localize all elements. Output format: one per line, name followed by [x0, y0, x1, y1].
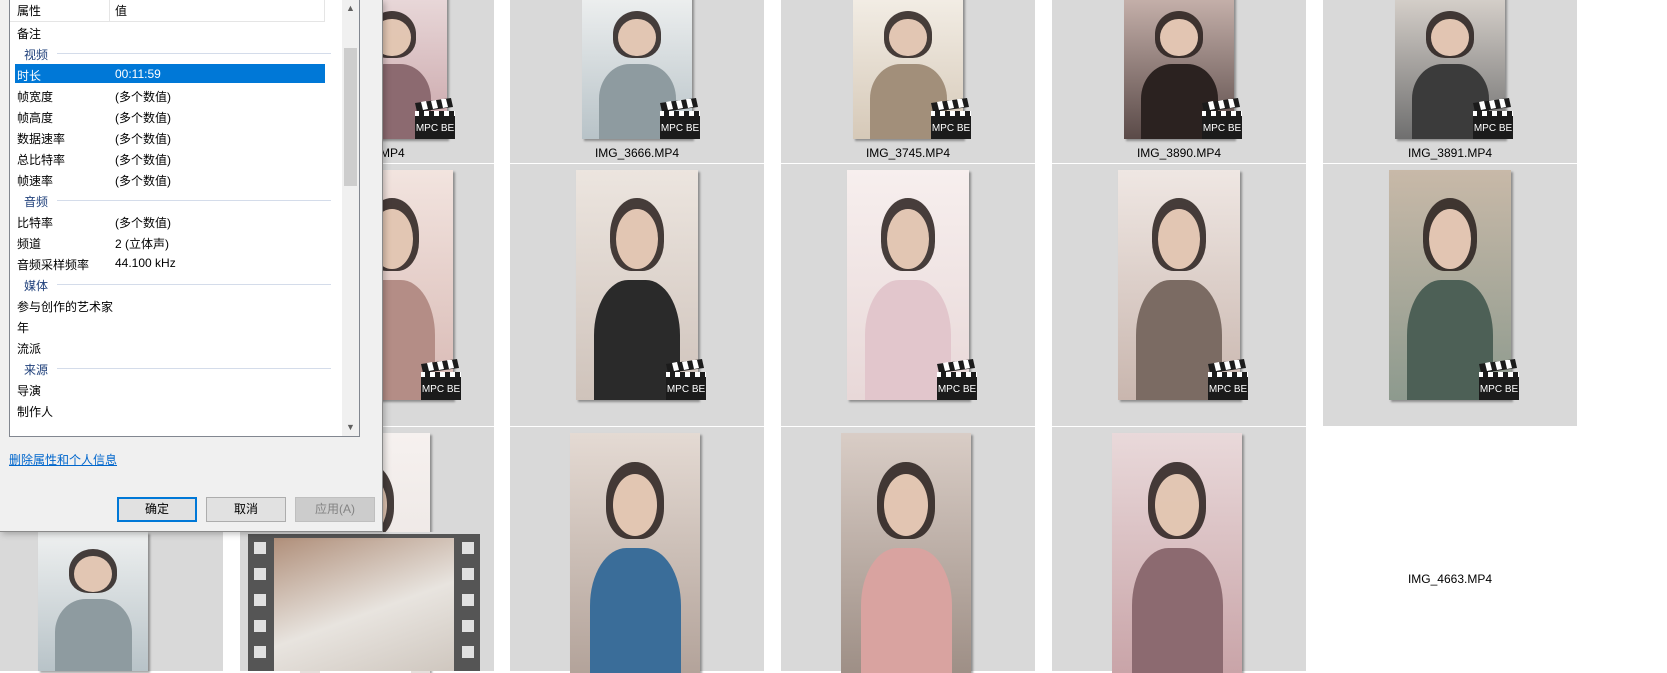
svg-text:MPC BE: MPC BE [661, 123, 700, 134]
property-name: 频道 [17, 237, 42, 251]
file-name-label[interactable]: IMG_3890.MP4 [1052, 146, 1306, 160]
property-list-scrollbar[interactable]: ▲ ▼ [342, 0, 359, 436]
property-value[interactable]: 44.100 kHz [115, 256, 176, 270]
property-group-header: 音频 [15, 190, 331, 209]
property-value[interactable]: (多个数值) [115, 172, 171, 189]
group-title: 媒体 [24, 279, 49, 293]
property-name: 总比特率 [17, 153, 66, 167]
property-name: 备注 [17, 27, 42, 41]
property-value[interactable]: 2 (立体声) [115, 235, 169, 252]
property-value[interactable]: (多个数值) [115, 151, 171, 168]
property-row[interactable]: 比特率 (多个数值) [15, 211, 325, 230]
property-name: 帧宽度 [17, 90, 54, 104]
svg-text:MPC BE: MPC BE [422, 384, 461, 395]
property-row[interactable]: 流派 [15, 337, 325, 356]
property-name: 参与创作的艺术家 [17, 300, 114, 314]
property-row[interactable]: 帧高度 (多个数值) [15, 106, 325, 125]
property-name: 时长 [17, 69, 42, 83]
video-thumbnail [1112, 433, 1242, 673]
property-name: 帧高度 [17, 111, 54, 125]
property-list[interactable]: 属性 值 备注 视频 时长 00:11:59 帧宽度 (多个数值) 帧高度 (多个数值) 数据速… [9, 0, 360, 437]
file-name-label[interactable]: MP4 [380, 146, 405, 160]
svg-text:MPC BE: MPC BE [667, 384, 706, 395]
property-row[interactable]: 年 [15, 316, 325, 335]
ok-button[interactable]: 确定 [117, 497, 197, 522]
svg-text:MPC BE: MPC BE [416, 123, 455, 134]
property-row[interactable]: 制作人 [15, 400, 325, 419]
property-name: 音频采样频率 [17, 258, 90, 272]
property-group-header: 媒体 [15, 274, 331, 293]
property-name: 流派 [17, 342, 42, 356]
mpc-be-overlay-icon: MPC BE [664, 358, 708, 402]
property-name: 比特率 [17, 216, 54, 230]
mpc-be-overlay-icon: MPC BE [1477, 358, 1521, 402]
group-title: 音频 [24, 195, 49, 209]
property-row[interactable]: 帧速率 (多个数值) [15, 169, 325, 188]
property-row[interactable]: 时长 00:11:59 [15, 64, 325, 83]
property-value[interactable]: (多个数值) [115, 214, 171, 231]
property-row[interactable]: 参与创作的艺术家 [15, 295, 325, 314]
property-name: 帧速率 [17, 174, 54, 188]
mpc-be-overlay-icon: MPC BE [1206, 358, 1250, 402]
svg-text:MPC BE: MPC BE [1474, 123, 1513, 134]
property-group-header: 来源 [15, 358, 331, 377]
mpc-be-overlay-icon: MPC BE [1200, 97, 1244, 141]
svg-text:MPC BE: MPC BE [1203, 123, 1242, 134]
svg-text:MPC BE: MPC BE [1480, 384, 1519, 395]
mpc-be-overlay-icon: MPC BE [413, 97, 457, 141]
file-name-label[interactable]: IMG_3891.MP4 [1323, 146, 1577, 160]
svg-text:MPC BE: MPC BE [932, 123, 971, 134]
scroll-up-arrow-icon[interactable]: ▲ [342, 0, 359, 17]
property-list-header: 属性 值 [10, 0, 325, 22]
video-thumbnail [570, 433, 700, 673]
property-name: 年 [17, 321, 30, 335]
property-value[interactable]: (多个数值) [115, 109, 171, 126]
column-header-property[interactable]: 属性 [17, 2, 41, 19]
file-name-label[interactable]: IMG_3745.MP4 [781, 146, 1035, 160]
property-row[interactable]: 总比特率 (多个数值) [15, 148, 325, 167]
property-row[interactable]: 数据速率 (多个数值) [15, 127, 325, 146]
property-value[interactable]: 00:11:59 [115, 67, 161, 81]
property-name: 制作人 [17, 405, 54, 419]
property-name: 导演 [17, 384, 42, 398]
scrollbar-thumb[interactable] [344, 48, 357, 186]
property-row[interactable]: 导演 [15, 379, 325, 398]
group-title: 来源 [24, 363, 49, 377]
apply-button[interactable]: 应用(A) [295, 497, 375, 522]
properties-dialog: 属性 值 备注 视频 时长 00:11:59 帧宽度 (多个数值) 帧高度 (多个数值) 数据速… [0, 0, 383, 532]
mpc-be-overlay-icon: MPC BE [1471, 97, 1515, 141]
property-group-header: 视频 [15, 43, 331, 62]
svg-text:MPC BE: MPC BE [1209, 384, 1248, 395]
video-thumbnail [841, 433, 971, 673]
remove-properties-link[interactable]: 删除属性和个人信息 [9, 451, 117, 468]
property-name: 数据速率 [17, 132, 66, 146]
property-row[interactable]: 音频采样频率 44.100 kHz [15, 253, 325, 272]
file-name-label[interactable]: IMG_3666.MP4 [510, 146, 764, 160]
mpc-be-overlay-icon: MPC BE [929, 97, 973, 141]
property-row[interactable]: 频道 2 (立体声) [15, 232, 325, 251]
video-thumbnail [38, 532, 148, 671]
property-row[interactable]: 备注 [15, 22, 325, 41]
file-name-label[interactable]: IMG_4663.MP4 [1323, 572, 1577, 586]
property-value[interactable]: (多个数值) [115, 88, 171, 105]
mpc-be-overlay-icon: MPC BE [658, 97, 702, 141]
film-strip-thumbnail [248, 534, 480, 671]
scroll-down-arrow-icon[interactable]: ▼ [342, 419, 359, 436]
group-title: 视频 [24, 48, 49, 62]
mpc-be-overlay-icon: MPC BE [419, 358, 463, 402]
property-row[interactable]: 帧宽度 (多个数值) [15, 85, 325, 104]
svg-text:MPC BE: MPC BE [938, 384, 977, 395]
column-header-value[interactable]: 值 [115, 2, 127, 19]
mpc-be-overlay-icon: MPC BE [935, 358, 979, 402]
property-value[interactable]: (多个数值) [115, 130, 171, 147]
cancel-button[interactable]: 取消 [206, 497, 286, 522]
